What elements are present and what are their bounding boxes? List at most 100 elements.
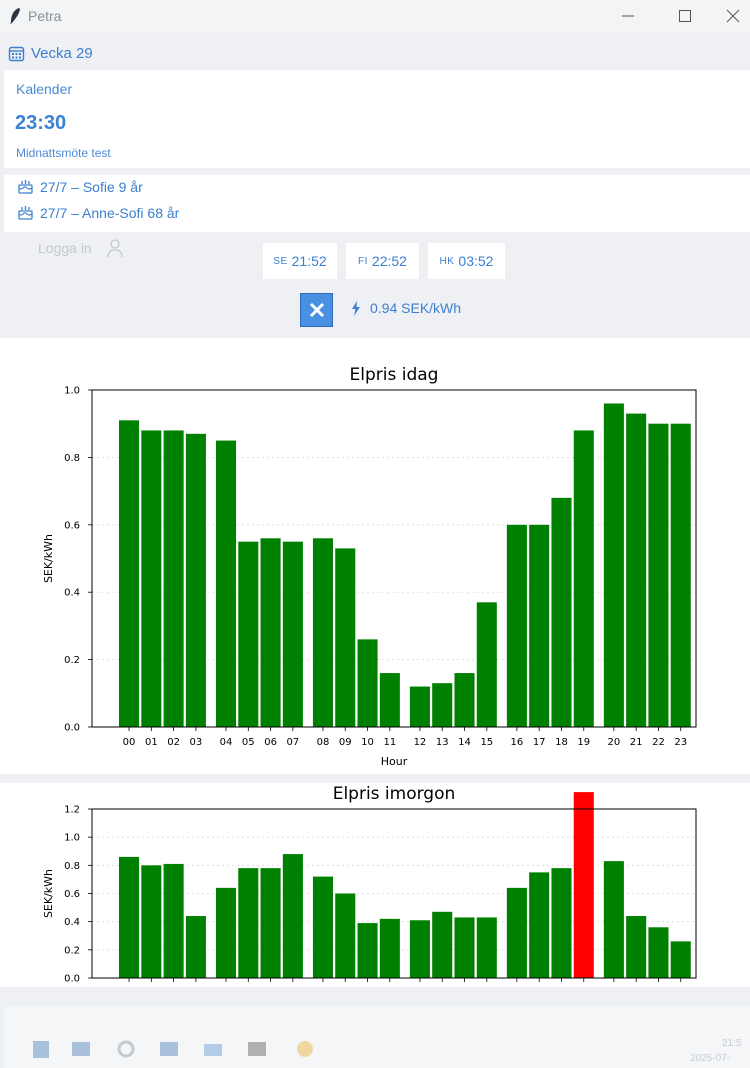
clock-hk: HK 03:52 (428, 243, 505, 279)
bar-14 (454, 917, 475, 978)
birthday-text: 27/7 – Sofie 9 år (40, 179, 143, 195)
x-tick-label: 16 (511, 737, 524, 748)
folder-icon[interactable] (202, 1038, 224, 1060)
bar-09 (335, 548, 356, 727)
browser-icon[interactable] (294, 1038, 316, 1060)
taskbar (0, 1003, 750, 1068)
bar-07 (282, 541, 303, 727)
bar-20 (603, 861, 624, 978)
bar-01 (141, 430, 162, 727)
x-tick-label: 13 (436, 737, 449, 748)
x-tick-label: 08 (317, 737, 330, 748)
y-tick-label: 0.8 (64, 861, 80, 872)
bar-12 (409, 686, 430, 727)
timezone-code: FI (358, 255, 368, 267)
bar-03 (185, 916, 206, 978)
bar-17 (529, 872, 550, 978)
bar-16 (506, 887, 527, 978)
y-tick-label: 1.2 (64, 805, 80, 816)
bar-08 (312, 538, 333, 727)
y-tick-label: 0.2 (64, 655, 80, 666)
login-button[interactable]: Logga in (38, 238, 124, 258)
tray-date: 2025-07- (690, 1053, 731, 1064)
bar-15 (476, 602, 497, 727)
y-axis-label: SEK/kWh (42, 869, 55, 918)
taskbar-app-icon[interactable] (70, 1038, 92, 1060)
bar-03 (185, 433, 206, 727)
bar-04 (215, 440, 237, 727)
x-tick-label: 11 (383, 737, 396, 748)
bar-19 (573, 792, 594, 978)
login-label: Logga in (38, 240, 92, 256)
bar-22 (648, 423, 669, 727)
bar-00 (119, 856, 140, 978)
bar-05 (238, 541, 259, 727)
week-header: Vecka 29 (8, 42, 93, 64)
current-price: 0.94 SEK/kWh (351, 300, 461, 316)
bar-23 (670, 941, 691, 978)
lightning-icon (352, 300, 360, 316)
bar-04 (215, 887, 237, 978)
y-tick-label: 1.0 (64, 833, 80, 844)
bar-15 (476, 917, 497, 978)
bar-16 (506, 524, 527, 727)
birthday-item: 27/7 – Anne-Sofi 68 år (17, 205, 179, 221)
x-tick-label: 01 (145, 737, 158, 748)
cake-icon (18, 180, 33, 194)
x-tick-label: 02 (167, 737, 180, 748)
bar-19 (573, 430, 594, 727)
clock-time: 22:52 (371, 253, 407, 269)
minimize-button[interactable] (605, 0, 651, 32)
bar-10 (357, 923, 378, 978)
x-tick-label: 20 (607, 737, 620, 748)
y-tick-label: 0.2 (64, 945, 80, 956)
bar-07 (282, 854, 303, 978)
bar-23 (670, 423, 691, 727)
bar-13 (432, 911, 453, 978)
taskbar-app-icon[interactable] (158, 1038, 180, 1060)
event-time: 23:30 (15, 112, 67, 134)
bar-12 (409, 920, 430, 978)
x-tick-label: 17 (533, 737, 546, 748)
bar-06 (260, 538, 281, 727)
x-tick-label: 14 (458, 737, 471, 748)
bar-00 (119, 420, 140, 727)
bar-14 (454, 673, 475, 727)
chart-title: Elpris imorgon (333, 784, 456, 804)
y-tick-label: 0.4 (64, 588, 80, 599)
current-price-value: 0.94 SEK/kWh (370, 300, 462, 316)
bar-17 (529, 524, 550, 727)
bar-22 (648, 927, 669, 978)
close-panel-button[interactable] (300, 293, 333, 327)
clock-time: 21:52 (291, 253, 327, 269)
window-title: Petra (28, 8, 62, 24)
bar-11 (379, 673, 400, 727)
y-tick-label: 1.0 (64, 386, 80, 397)
x-tick-label: 03 (190, 737, 203, 748)
y-tick-label: 0.4 (64, 917, 80, 928)
maximize-button[interactable] (662, 0, 708, 32)
x-tick-label: 15 (480, 737, 493, 748)
close-window-button[interactable] (710, 0, 750, 32)
gear-icon[interactable] (115, 1038, 137, 1060)
birthday-card: 27/7 – Sofie 9 år 27/7 – Anne-Sofi 68 år (4, 175, 750, 232)
calendar-icon (8, 46, 25, 61)
calendar-header: Kalender (16, 81, 73, 97)
x-tick-label: 21 (630, 737, 643, 748)
bar-18 (551, 497, 572, 727)
birthday-item: 27/7 – Sofie 9 år (17, 179, 143, 195)
x-tick-label: 19 (577, 737, 590, 748)
close-icon (726, 9, 740, 23)
week-label: Vecka 29 (31, 44, 93, 62)
y-tick-label: 0.6 (64, 520, 80, 531)
bar-20 (603, 403, 624, 727)
chart-today-panel: Elpris idag 0.0 0.2 0.4 0.6 0.8 1.0 00 01 02 03 04 0… (0, 338, 750, 774)
timezone-code: SE (273, 255, 288, 267)
event-title: Midnattsmöte test (16, 146, 111, 160)
bar-01 (141, 865, 162, 978)
terminal-icon[interactable] (246, 1038, 268, 1060)
title-bar: Petra (0, 0, 750, 32)
x-tick-label: 12 (414, 737, 427, 748)
taskbar-app-icon[interactable] (30, 1038, 52, 1060)
bar-10 (357, 639, 378, 727)
